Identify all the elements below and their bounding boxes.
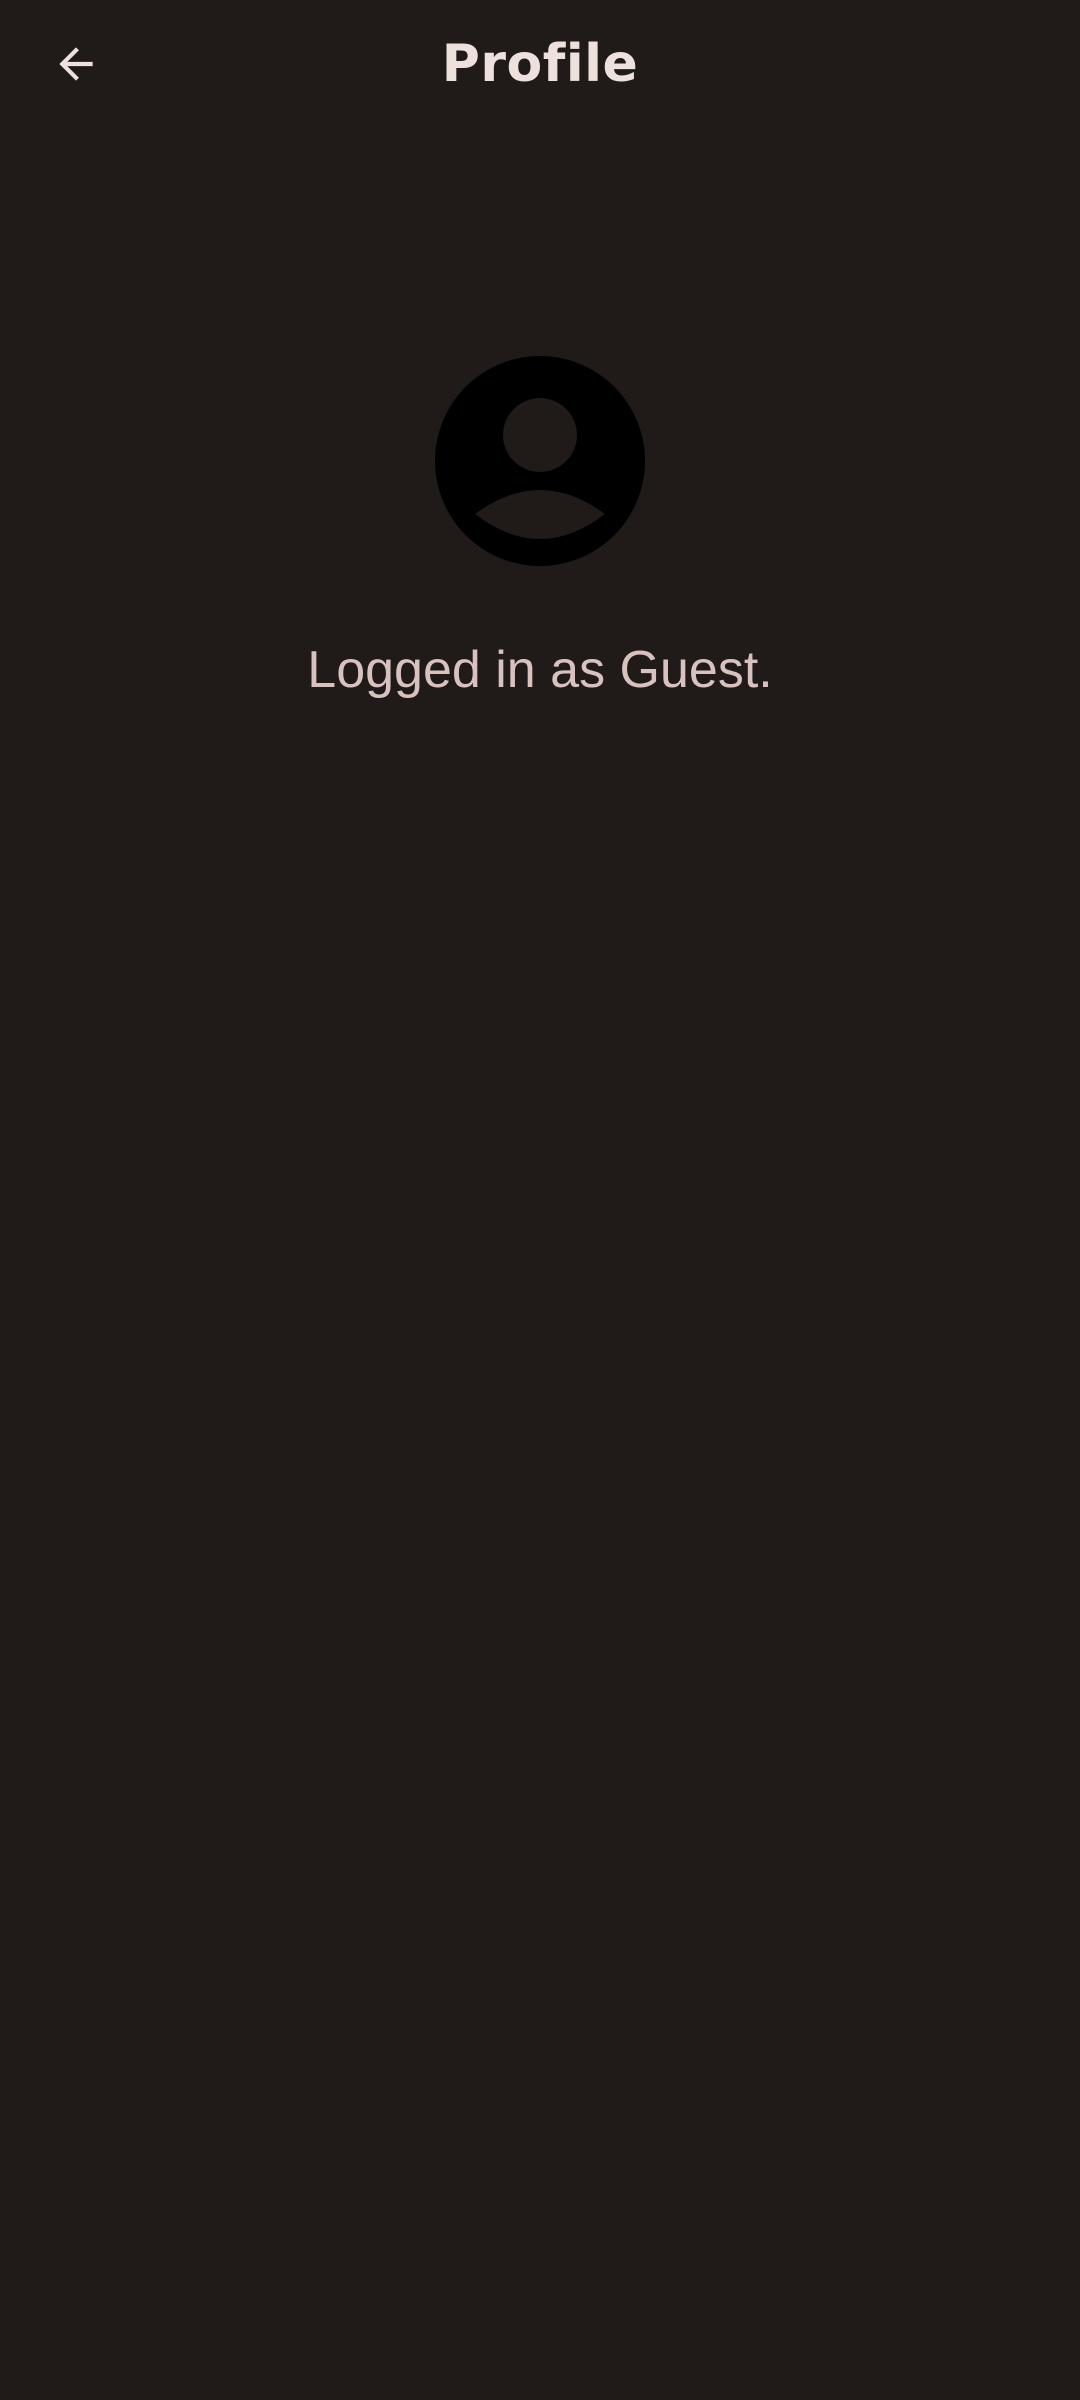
avatar [435,356,645,566]
account-circle-icon [435,356,645,566]
page-title: Profile [441,34,639,94]
login-status-text: Logged in as Guest. [307,641,773,699]
top-app-bar: Profile [0,0,1080,128]
